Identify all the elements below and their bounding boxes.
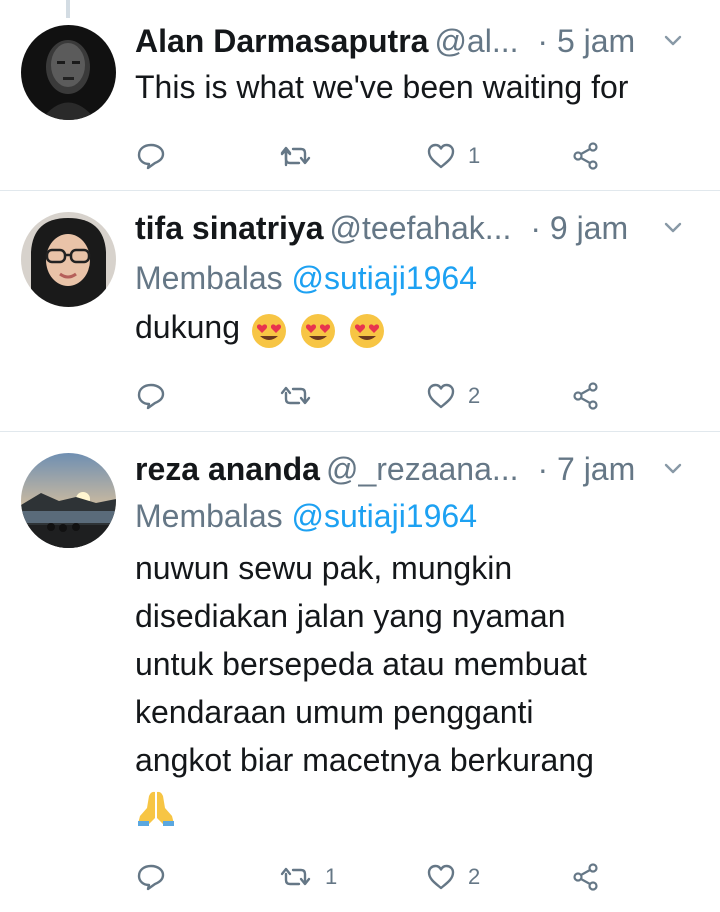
tweet-actions: 1 2 — [0, 857, 720, 897]
like-count: 2 — [468, 864, 481, 889]
tweet-item[interactable]: Alan Darmasaputra @al... · 5 jam This is … — [0, 0, 720, 191]
avatar[interactable] — [21, 453, 116, 548]
tweet-item[interactable]: tifa sinatriya @teefahak... · 9 jam Memba… — [0, 191, 720, 432]
chevron-down-icon[interactable] — [664, 35, 682, 47]
tweet-text-line: disediakan jalan yang nyaman — [135, 598, 566, 634]
timestamp[interactable]: · 5 jam — [537, 23, 635, 59]
display-name[interactable]: Alan Darmasaputra — [135, 23, 428, 59]
retweet-icon — [280, 386, 311, 405]
tweet-text-line: nuwun sewu pak, mungkin — [135, 550, 513, 586]
retweet-button[interactable] — [279, 376, 313, 416]
heart-eyes-emoji — [349, 313, 384, 348]
tweet-text-line: angkot biar macetnya berkurang — [135, 742, 594, 778]
timestamp[interactable]: · 9 jam — [530, 210, 628, 246]
like-button[interactable]: 2 — [426, 376, 480, 416]
like-button[interactable]: 1 — [426, 136, 480, 176]
emoji-group — [135, 784, 700, 832]
replying-to-label: Membalas — [135, 498, 283, 534]
like-count: 2 — [468, 383, 481, 408]
tweet-text: dukung — [135, 303, 700, 351]
share-button[interactable] — [571, 136, 601, 176]
display-name[interactable]: reza ananda — [135, 451, 320, 487]
emoji-group — [249, 309, 387, 348]
replying-to: Membalas @sutiaji1964 — [135, 258, 477, 298]
share-icon — [573, 382, 598, 410]
tweet-header: tifa sinatriya @teefahak... · 9 jam — [135, 208, 700, 248]
reply-icon — [137, 383, 165, 410]
user-handle[interactable]: @teefahak... — [330, 210, 512, 246]
retweet-icon — [280, 867, 311, 886]
user-handle[interactable]: @_rezaana... — [326, 451, 519, 487]
tweet-text-line: kendaraan umum pengganti — [135, 694, 534, 730]
tweet-text-body: dukung — [135, 309, 240, 345]
share-button[interactable] — [571, 376, 601, 416]
replying-to-label: Membalas — [135, 260, 283, 296]
replying-to: Membalas @sutiaji1964 — [135, 496, 477, 536]
tweet-actions: 1 — [0, 136, 720, 176]
timestamp[interactable]: · 7 jam — [537, 451, 635, 487]
tweet-header: Alan Darmasaputra @al... · 5 jam — [135, 21, 700, 61]
retweet-button[interactable]: 1 — [279, 857, 337, 897]
reply-icon — [137, 864, 165, 891]
user-handle[interactable]: @al... — [434, 23, 518, 59]
share-icon — [573, 142, 598, 170]
reply-button[interactable] — [136, 857, 166, 897]
share-button[interactable] — [571, 857, 601, 897]
tweet-header: reza ananda @_rezaana... · 7 jam — [135, 449, 700, 489]
chevron-down-icon[interactable] — [664, 463, 682, 475]
folded-hands-emoji — [138, 791, 174, 826]
tweet-item[interactable]: reza ananda @_rezaana... · 7 jam Membalas… — [0, 432, 720, 912]
chevron-down-icon[interactable] — [664, 222, 682, 234]
reply-icon — [137, 143, 165, 170]
heart-eyes-emoji — [300, 313, 335, 348]
tweet-actions: 2 — [0, 376, 720, 416]
tweet-text: This is what we've been waiting for — [135, 69, 629, 105]
like-icon — [427, 864, 455, 890]
heart-eyes-emoji — [251, 313, 286, 348]
retweet-icon — [280, 146, 311, 167]
mention-link[interactable]: @sutiaji1964 — [292, 260, 477, 296]
retweet-count: 1 — [325, 864, 338, 889]
display-name[interactable]: tifa sinatriya — [135, 210, 324, 246]
like-button[interactable]: 2 — [426, 857, 480, 897]
mention-link[interactable]: @sutiaji1964 — [292, 498, 477, 534]
retweet-button[interactable] — [279, 136, 313, 176]
reply-button[interactable] — [136, 376, 166, 416]
avatar[interactable] — [21, 25, 116, 120]
like-count: 1 — [468, 143, 481, 168]
share-icon — [573, 863, 598, 891]
like-icon — [427, 143, 455, 169]
avatar[interactable] — [21, 212, 116, 307]
tweet-text-line: untuk bersepeda atau membuat — [135, 646, 587, 682]
like-icon — [427, 383, 455, 409]
tweet-text: nuwun sewu pak, mungkin disediakan jalan… — [135, 544, 700, 832]
reply-button[interactable] — [136, 136, 166, 176]
